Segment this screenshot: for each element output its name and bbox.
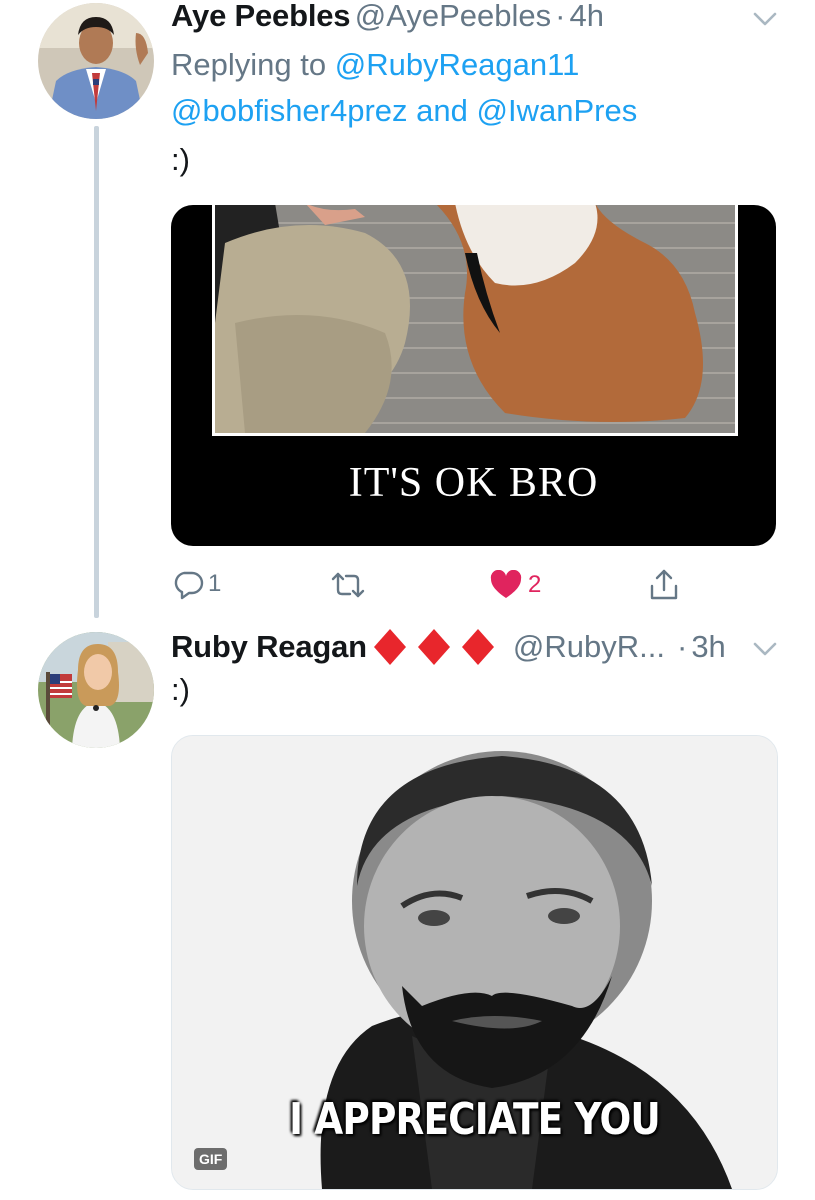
gif-badge: GIF bbox=[194, 1148, 228, 1170]
retweet-icon bbox=[330, 570, 366, 600]
author-handle[interactable]: @RubyR... bbox=[513, 629, 665, 665]
tweet2-header: Ruby Reagan @RubyR... · 3h bbox=[171, 628, 726, 666]
chevron-down-icon[interactable] bbox=[752, 640, 778, 663]
mention-rubyreagan11[interactable]: @RubyReagan11 bbox=[335, 47, 580, 82]
tweet-text: :) bbox=[171, 142, 190, 177]
share-icon bbox=[648, 568, 680, 602]
author-name[interactable]: Aye Peebles bbox=[171, 0, 351, 33]
tweet-image-its-ok-bro[interactable]: IT'S OK BRO bbox=[171, 205, 776, 546]
replying-to-line-2: @bobfisher4prez and @IwanPres bbox=[171, 88, 637, 134]
heart-icon bbox=[490, 570, 522, 600]
mention-iwanpres[interactable]: @IwanPres bbox=[477, 93, 638, 128]
mention-and: and bbox=[416, 93, 468, 128]
reply-count: 1 bbox=[208, 570, 222, 597]
avatar-ruby-reagan[interactable] bbox=[38, 632, 154, 748]
author-handle[interactable]: @AyePeebles bbox=[355, 0, 551, 33]
chevron-down-icon[interactable] bbox=[752, 10, 778, 33]
replying-to-label: Replying to bbox=[171, 47, 327, 82]
retweet-button[interactable] bbox=[330, 570, 366, 600]
tweet-gif-i-appreciate-you[interactable]: I APPRECIATE YOU GIF bbox=[171, 735, 778, 1190]
image-photo bbox=[212, 205, 738, 436]
thread-line bbox=[94, 126, 99, 618]
diamond-icon bbox=[373, 629, 406, 665]
timestamp[interactable]: 4h bbox=[569, 0, 603, 33]
timestamp[interactable]: 3h bbox=[691, 629, 725, 665]
diamond-icon bbox=[417, 629, 450, 665]
like-count: 2 bbox=[528, 571, 542, 598]
image-caption: IT'S OK BRO bbox=[348, 460, 599, 506]
tweet1-header: Aye Peebles @AyePeebles · 4h bbox=[171, 0, 604, 34]
reply-button[interactable]: 1 bbox=[172, 568, 221, 600]
gif-caption: I APPRECIATE YOU bbox=[289, 1094, 661, 1145]
reply-icon bbox=[172, 568, 204, 600]
like-button[interactable]: 2 bbox=[490, 570, 541, 600]
diamond-icon bbox=[461, 629, 494, 665]
separator: · bbox=[555, 0, 566, 33]
tweet-text: :) bbox=[171, 672, 190, 707]
avatar-aye-peebles[interactable] bbox=[38, 3, 154, 119]
author-badges bbox=[373, 628, 495, 666]
separator: · bbox=[676, 629, 688, 664]
replying-to-line-1: Replying to @RubyReagan11 bbox=[171, 42, 579, 88]
share-button[interactable] bbox=[648, 568, 680, 602]
author-name[interactable]: Ruby Reagan bbox=[171, 629, 367, 665]
mention-bobfisher4prez[interactable]: @bobfisher4prez bbox=[171, 93, 408, 128]
